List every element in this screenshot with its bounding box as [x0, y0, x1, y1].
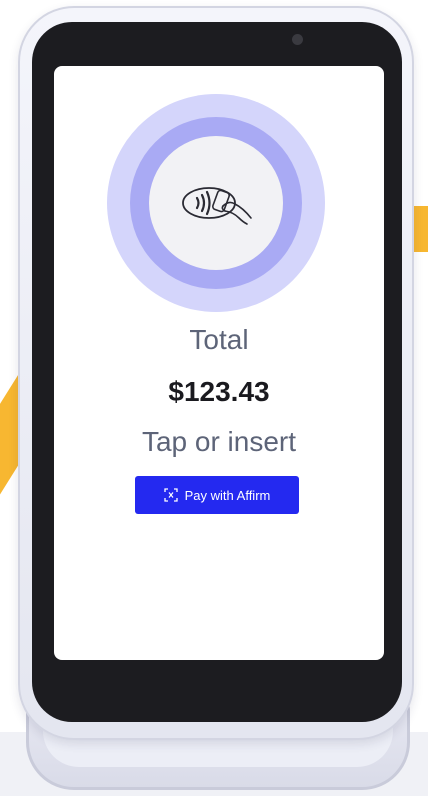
pay-with-affirm-label: Pay with Affirm [184, 487, 271, 503]
tap-instruction: Tap or insert [141, 426, 297, 457]
payment-screen: Total $123.43 Tap or insert Pay with Aff… [54, 66, 384, 660]
camera-icon [292, 34, 303, 45]
total-label: Total [189, 324, 249, 355]
pay-with-affirm-button[interactable]: Pay with Affirm [135, 476, 299, 514]
device-stage: Total $123.43 Tap or insert Pay with Aff… [0, 0, 428, 796]
contactless-tap-icon [182, 187, 252, 225]
total-amount: $123.43 [168, 376, 270, 407]
scan-qr-icon [163, 488, 178, 502]
